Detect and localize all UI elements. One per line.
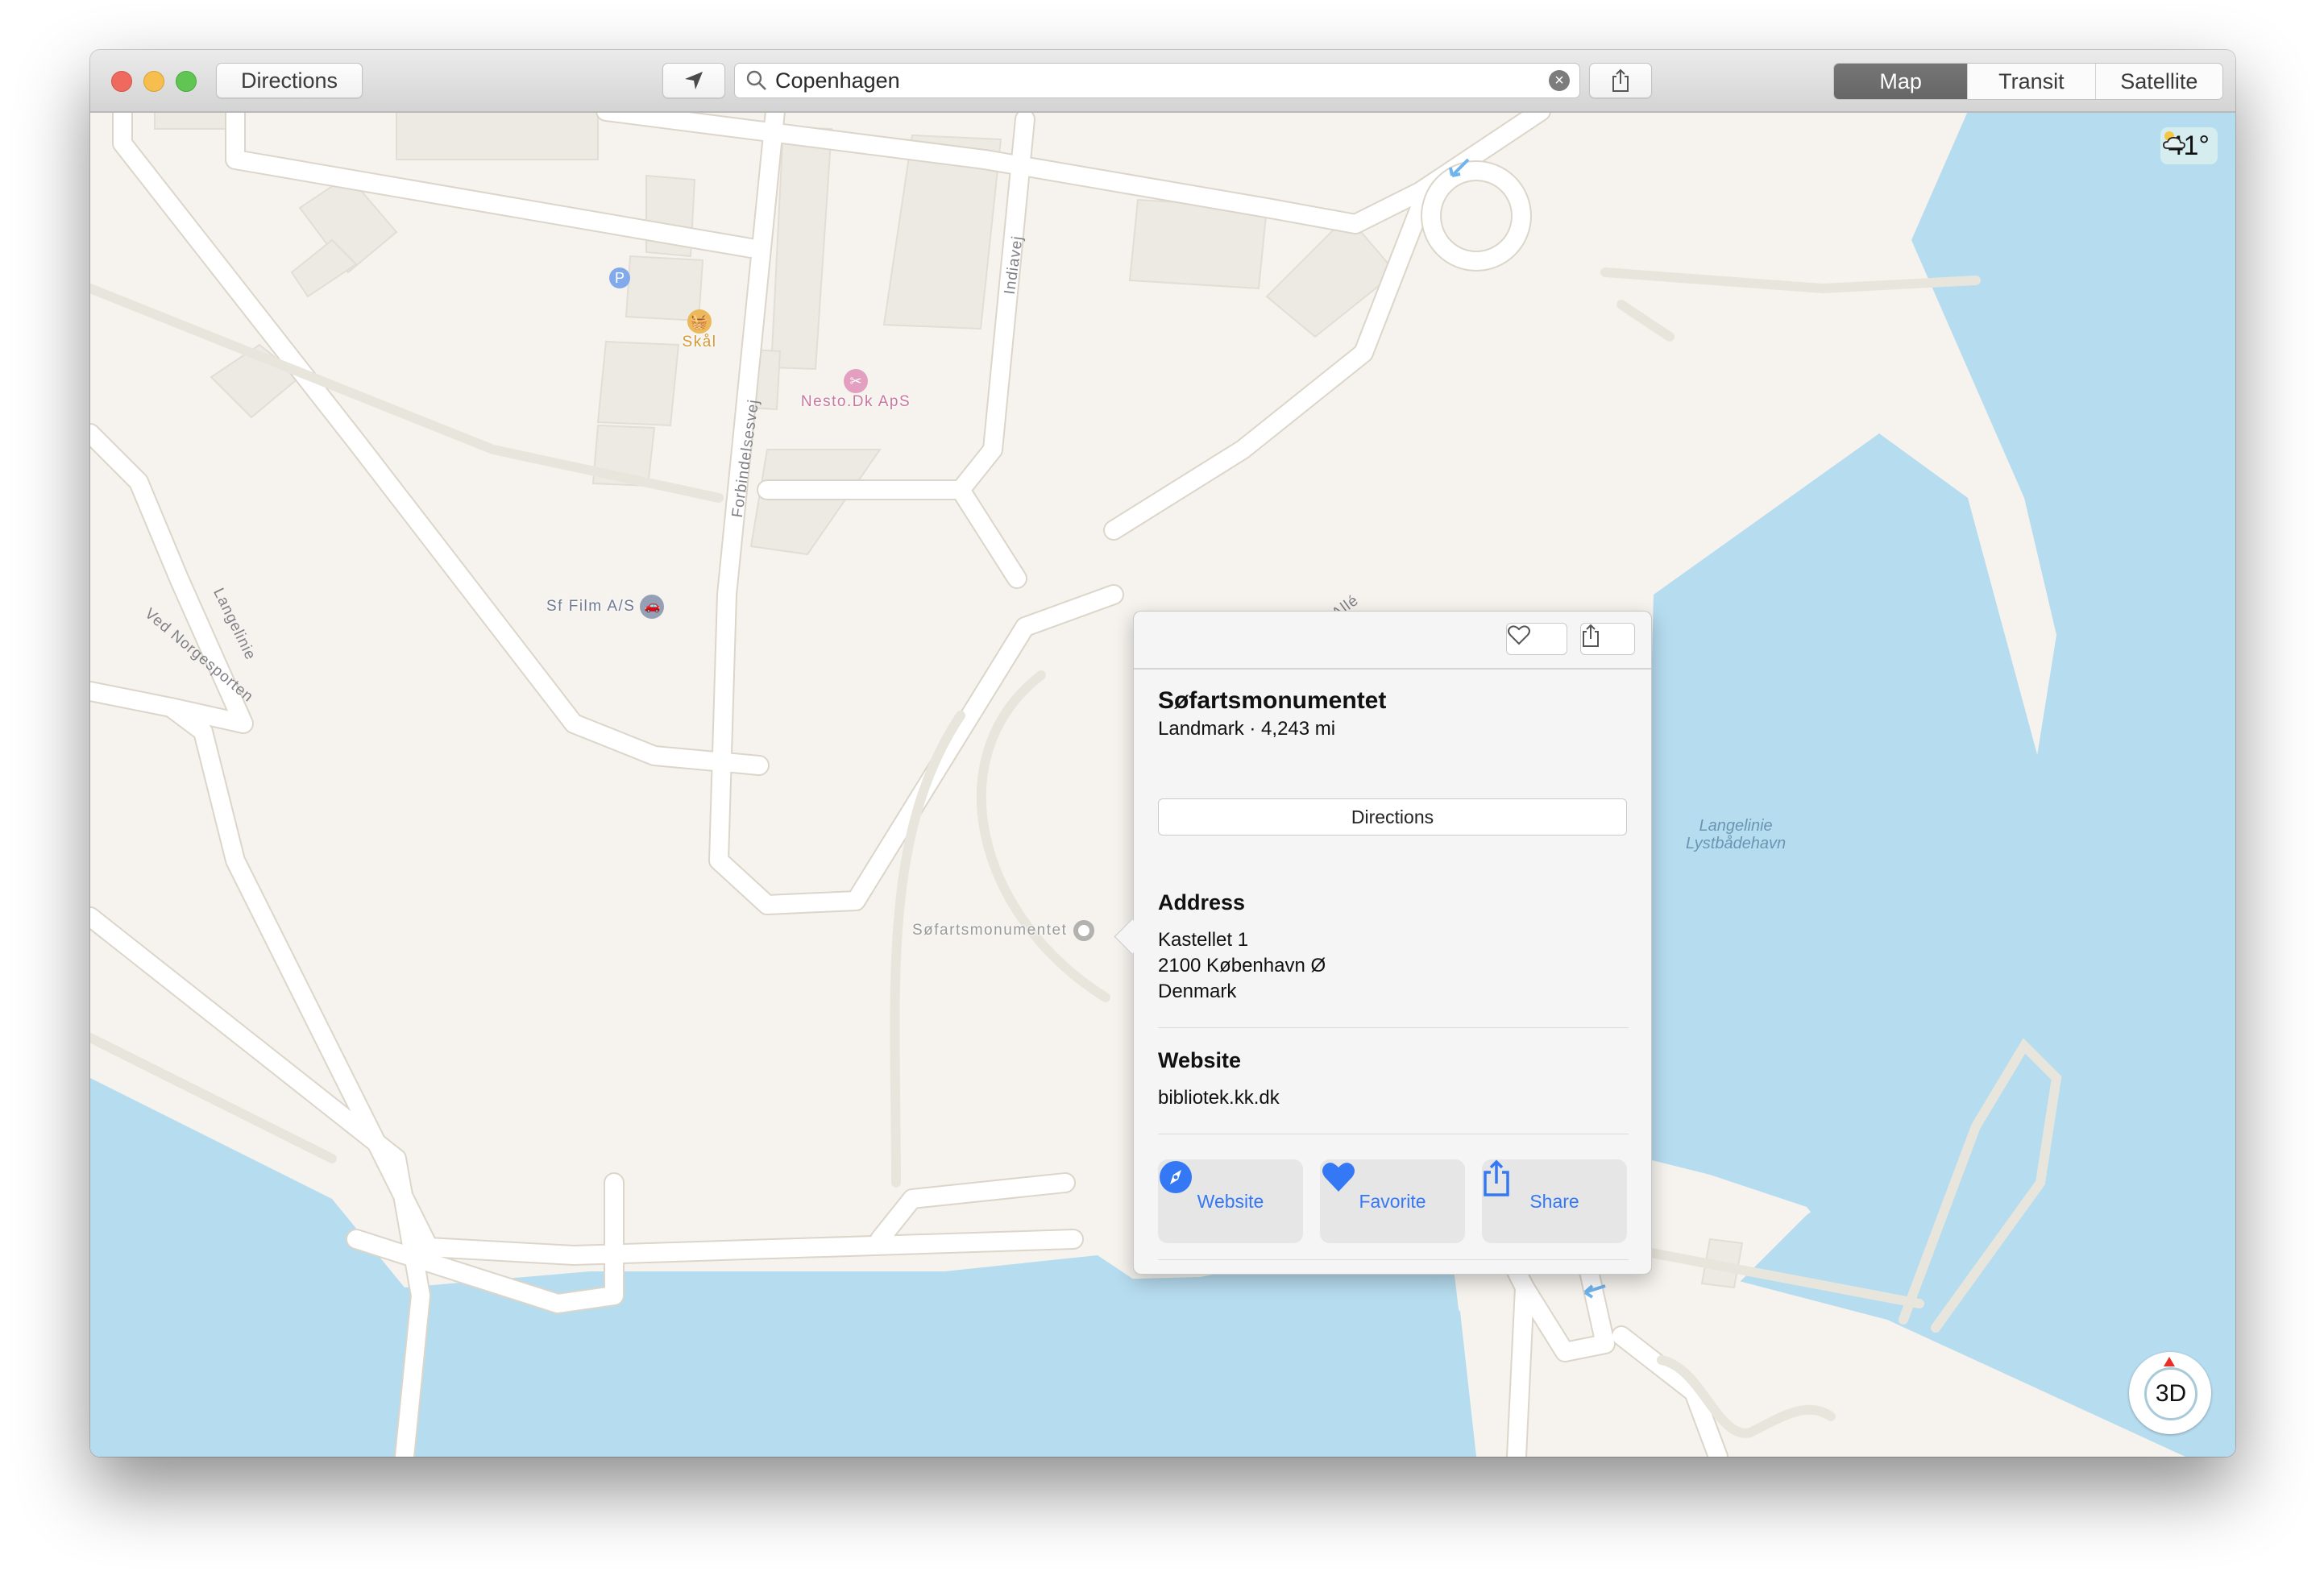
compass-icon	[1160, 1161, 1192, 1193]
website-action-label: Website	[1197, 1190, 1264, 1212]
car-rental-icon: 🚗	[640, 595, 665, 619]
poi-label: Søfartsmonumentet	[912, 922, 1068, 939]
card-directions-button[interactable]: Directions	[1158, 798, 1627, 836]
poi-label: Nesto.Dk ApS	[800, 393, 911, 410]
water-label-line: Lystbådehavn	[1686, 835, 1787, 852]
card-directions-label: Directions	[1351, 806, 1434, 827]
divider	[1158, 1259, 1629, 1260]
map-canvas[interactable]: Indiavej Forbindelsesvej Langelinie Ved …	[90, 111, 2235, 1457]
water-label-line: Langelinie	[1699, 817, 1773, 835]
favorite-action-button[interactable]: Favorite	[1320, 1159, 1465, 1243]
card-share-button[interactable]	[1580, 623, 1635, 655]
website-action-button[interactable]: Website	[1158, 1159, 1303, 1243]
tab-transit[interactable]: Transit	[1967, 64, 2094, 99]
heart-outline-icon	[1508, 625, 1530, 645]
parking-icon[interactable]: P	[609, 267, 630, 288]
barber-icon: ✂	[844, 369, 868, 393]
maximize-window-button[interactable]	[176, 71, 197, 92]
share-action-label: Share	[1529, 1190, 1579, 1212]
directions-button[interactable]: Directions	[216, 63, 363, 98]
directions-button-label: Directions	[240, 68, 338, 93]
place-card: Søfartsmonumentet Landmark · 4,243 mi Di…	[1114, 611, 1652, 1275]
poi-nesto[interactable]: ✂ Nesto.Dk ApS	[791, 369, 920, 411]
location-arrow-icon	[685, 72, 703, 89]
maps-window: Directions Copenhagen × Map Transit Sate…	[90, 50, 2235, 1457]
website-heading: Website	[1158, 1048, 1242, 1072]
address-heading: Address	[1158, 890, 1246, 914]
poi-label: Skål	[682, 334, 717, 350]
toolbar: Directions Copenhagen × Map Transit Sate…	[90, 50, 2235, 113]
search-field[interactable]: Copenhagen ×	[734, 63, 1580, 98]
compass-label: 3D	[2144, 1367, 2197, 1420]
poi-label: Sf Film A/S	[546, 598, 636, 615]
clear-search-icon[interactable]: ×	[1549, 70, 1570, 91]
address-line-2: 2100 København Ø	[1158, 955, 1326, 977]
current-location-button[interactable]	[662, 63, 725, 98]
search-icon	[746, 70, 766, 90]
heart-icon	[1322, 1163, 1355, 1192]
share-button[interactable]	[1589, 63, 1652, 98]
landmark-pin-icon	[1073, 920, 1095, 941]
share-icon	[1583, 624, 1599, 647]
map-mode-segmented-control: Map Transit Satellite	[1833, 63, 2223, 100]
grocery-basket-icon: 🧺	[687, 309, 712, 334]
compass-3d-button[interactable]: 3D	[2129, 1352, 2211, 1434]
poi-sf-film[interactable]: Sf Film A/S 🚗	[546, 595, 665, 619]
favorite-action-label: Favorite	[1359, 1190, 1426, 1212]
share-icon	[1484, 1159, 1509, 1196]
place-subtitle: Landmark · 4,243 mi	[1158, 718, 1336, 740]
place-title: Søfartsmonumentet	[1158, 687, 1387, 714]
poi-sofartsmonumentet[interactable]: Søfartsmonumentet	[912, 920, 1095, 941]
tab-map[interactable]: Map	[1834, 64, 1968, 99]
address-line-1: Kastellet 1	[1158, 929, 1249, 951]
share-action-button[interactable]: Share	[1482, 1159, 1627, 1243]
address-line-3: Denmark	[1158, 981, 1237, 1002]
divider	[1158, 1027, 1629, 1028]
share-icon	[1612, 68, 1629, 92]
search-input[interactable]: Copenhagen	[775, 68, 900, 93]
poi-skal[interactable]: 🧺 Skål	[651, 309, 748, 351]
weather-badge: 41°	[2160, 127, 2218, 164]
water-label: Langelinie Lystbådehavn	[1686, 817, 1786, 852]
minimize-window-button[interactable]	[143, 71, 164, 92]
website-link[interactable]: bibliotek.kk.dk	[1158, 1087, 1280, 1109]
partly-cloudy-icon	[2162, 131, 2185, 149]
favorite-button[interactable]	[1506, 623, 1567, 655]
place-card-header	[1134, 612, 1651, 670]
tab-satellite[interactable]: Satellite	[2094, 64, 2222, 99]
close-window-button[interactable]	[111, 71, 132, 92]
north-indicator-icon	[2164, 1357, 2175, 1366]
